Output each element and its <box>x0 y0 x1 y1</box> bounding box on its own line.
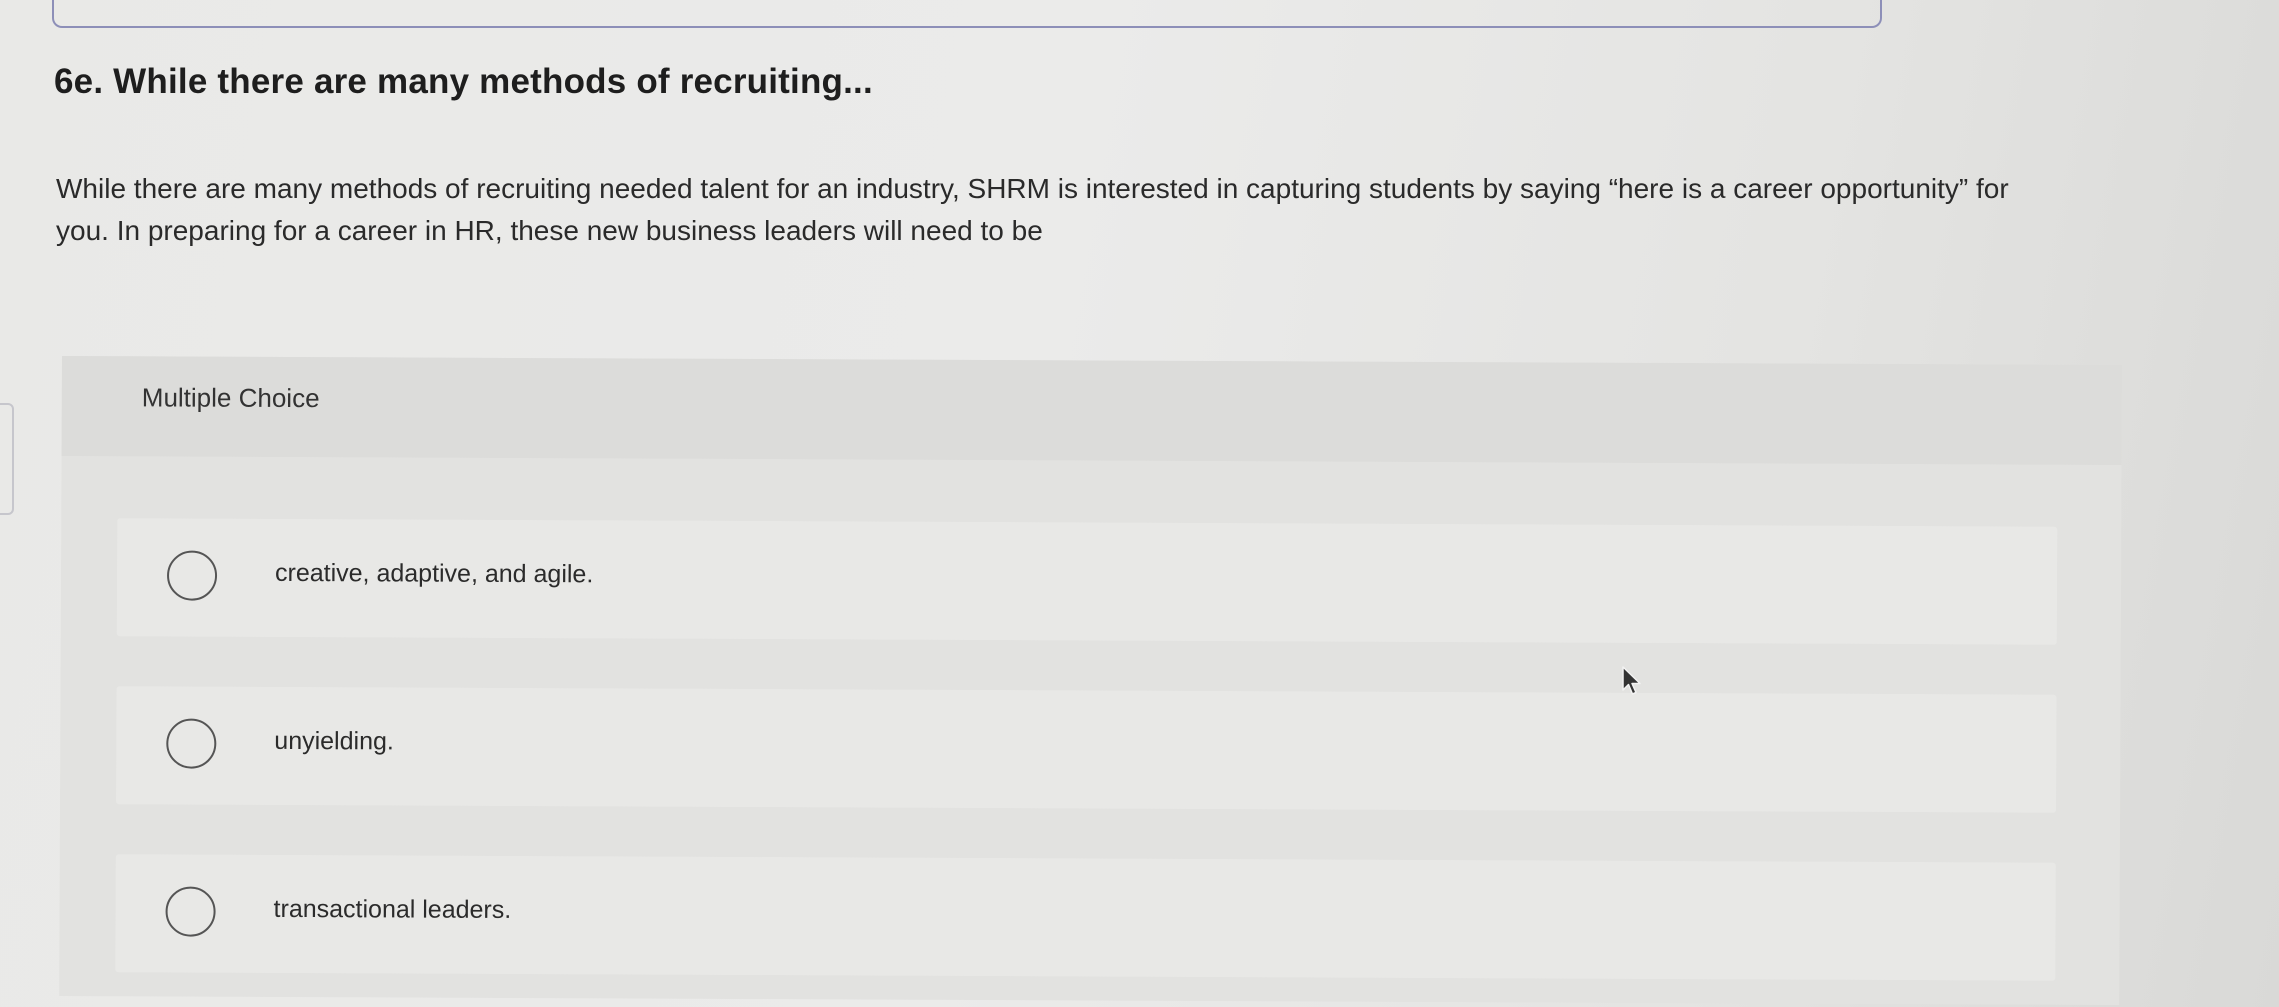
previous-question-frame <box>52 0 1882 28</box>
multiple-choice-panel: Multiple Choice creative, adaptive, and … <box>59 356 2122 1005</box>
mouse-pointer-icon <box>1622 666 1641 695</box>
radio-button-icon[interactable] <box>166 718 217 769</box>
question-title: 6e. While there are many methods of recr… <box>54 62 873 101</box>
choice-option-label: creative, adaptive, and agile. <box>274 558 594 589</box>
side-panel-tab[interactable] <box>0 403 14 515</box>
choice-option-1[interactable]: creative, adaptive, and agile. <box>116 518 2058 645</box>
radio-button-icon[interactable] <box>166 550 218 601</box>
choice-option-label: transactional leaders. <box>273 894 512 924</box>
question-type-label: Multiple Choice <box>141 382 320 414</box>
radio-button-icon[interactable] <box>165 886 216 937</box>
choice-option-3[interactable]: transactional leaders. <box>115 854 2056 981</box>
choice-option-2[interactable]: unyielding. <box>116 686 2057 813</box>
choice-header: Multiple Choice <box>61 356 2122 465</box>
question-prompt: While there are many methods of recruiti… <box>56 173 2009 246</box>
choice-option-label: unyielding. <box>274 726 394 756</box>
